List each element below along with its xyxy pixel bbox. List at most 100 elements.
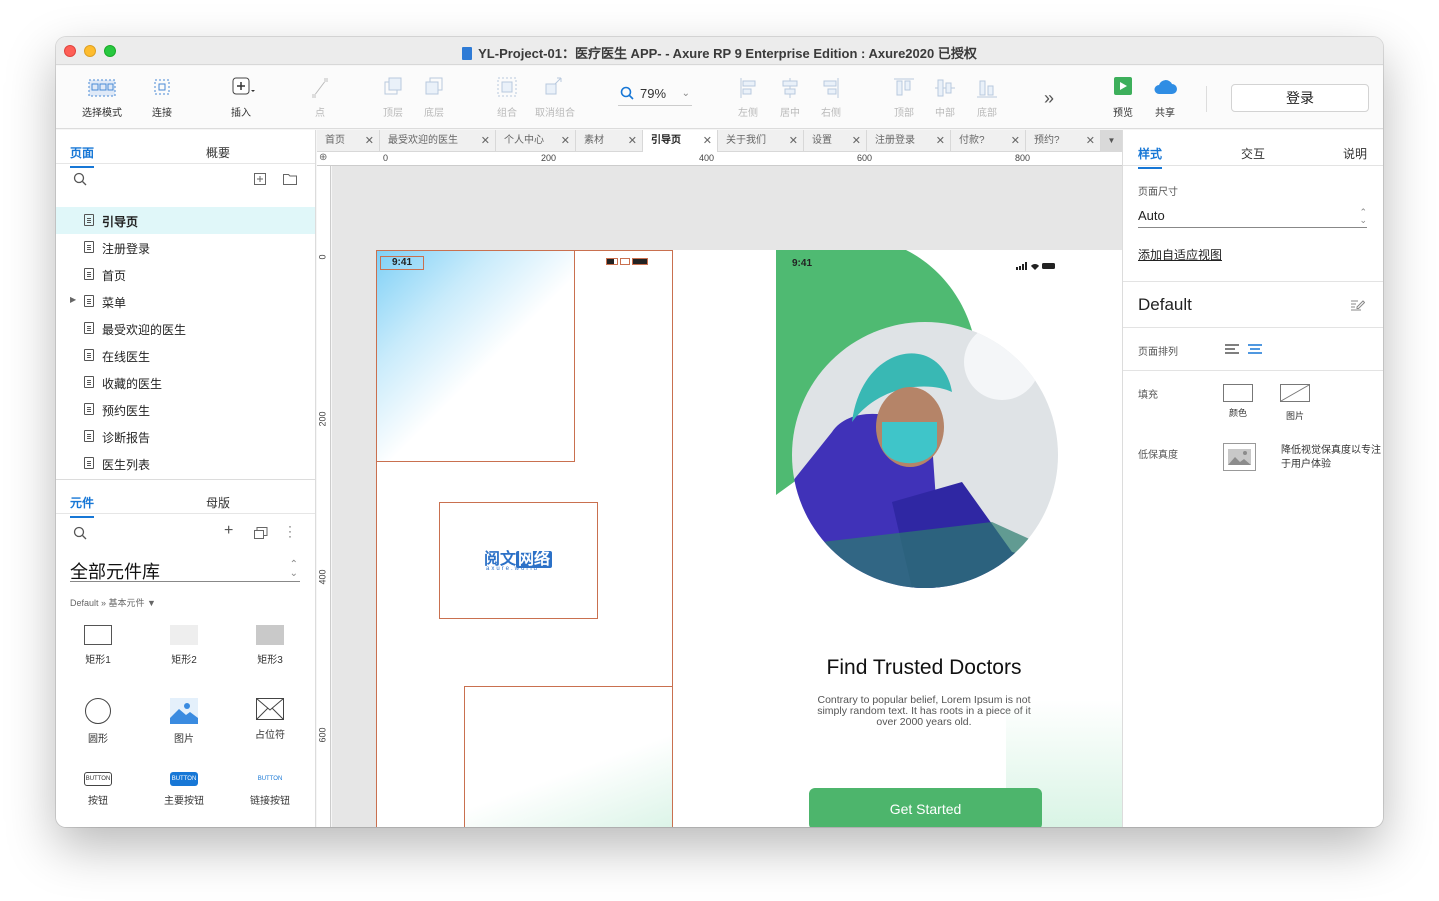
- tab-outline[interactable]: 概要: [206, 144, 230, 161]
- page-artboard[interactable]: 9:41 阅文 网络 axure.world 9:41 Find Trusted…: [376, 250, 1122, 827]
- signal-icon: [606, 258, 618, 265]
- tab-masters[interactable]: 母版: [206, 494, 230, 511]
- add-folder-icon[interactable]: [283, 173, 297, 185]
- widget-placeholder[interactable]: 占位符: [235, 698, 305, 741]
- tab-pages[interactable]: 页面: [70, 144, 95, 168]
- zoom-select[interactable]: 79% ⌄: [618, 84, 692, 106]
- status-time-label: 9:41: [792, 258, 813, 269]
- more-options-icon[interactable]: · · ·: [288, 520, 292, 542]
- bottom-gradient-shape[interactable]: [464, 686, 673, 827]
- fill-image-button[interactable]: 图片: [1280, 384, 1310, 422]
- add-adaptive-view-link[interactable]: 添加自适应视图: [1138, 246, 1222, 263]
- widget-link-button[interactable]: BUTTON 链接按钮: [235, 772, 305, 807]
- page-item[interactable]: 最受欢迎的医生: [56, 315, 315, 342]
- gradient-shape[interactable]: [376, 250, 575, 462]
- align-left-text-icon[interactable]: [1225, 344, 1239, 354]
- widget-image[interactable]: 图片: [149, 698, 219, 745]
- insert-button[interactable]: 插入: [213, 76, 269, 119]
- widget-rectangle-1[interactable]: 矩形1: [63, 625, 133, 666]
- connect-button[interactable]: 连接: [134, 76, 190, 119]
- close-icon[interactable]: ✕: [561, 130, 570, 152]
- doc-tab[interactable]: 付款? ✕: [951, 130, 1026, 152]
- send-to-back-button[interactable]: 底层: [406, 76, 462, 119]
- add-page-icon[interactable]: [254, 173, 266, 185]
- doc-tab[interactable]: 素材 ✕: [576, 130, 643, 152]
- design-canvas[interactable]: 9:41 阅文 网络 axure.world 9:41 Find Trusted…: [332, 166, 1122, 827]
- library-breadcrumb[interactable]: Default » 基本元件 ▼: [70, 596, 156, 609]
- more-tools-button[interactable]: »: [1044, 88, 1054, 109]
- close-icon[interactable]: ✕: [481, 130, 490, 152]
- close-icon[interactable]: ✕: [789, 130, 798, 152]
- doc-tab[interactable]: 最受欢迎的医生 ✕: [380, 130, 496, 152]
- doc-tab[interactable]: 个人中心 ✕: [496, 130, 576, 152]
- share-button[interactable]: 共享: [1137, 76, 1193, 119]
- page-icon: [84, 403, 94, 415]
- align-center-text-icon[interactable]: [1248, 344, 1262, 354]
- page-item[interactable]: 注册登录: [56, 234, 315, 261]
- status-icons: [606, 258, 649, 267]
- style-name[interactable]: Default: [1138, 295, 1192, 315]
- tab-style[interactable]: 样式: [1138, 145, 1163, 169]
- search-icon[interactable]: [73, 172, 87, 186]
- page-item[interactable]: 在线医生: [56, 342, 315, 369]
- tab-widgets[interactable]: 元件: [70, 494, 95, 518]
- page-item[interactable]: 诊断报告: [56, 423, 315, 450]
- doc-tab[interactable]: 设置 ✕: [804, 130, 867, 152]
- align-middle-icon: [935, 79, 955, 97]
- page-item[interactable]: 首页: [56, 261, 315, 288]
- get-started-button[interactable]: Get Started: [809, 788, 1042, 827]
- widget-rectangle-3[interactable]: 矩形3: [235, 625, 305, 666]
- tabs-overflow-button[interactable]: ▼: [1101, 130, 1122, 152]
- page-item[interactable]: 医生列表: [56, 450, 315, 477]
- close-icon[interactable]: ✕: [365, 130, 374, 152]
- search-icon[interactable]: [73, 526, 87, 540]
- page-icon: [84, 295, 94, 307]
- onboarding-description: Contrary to popular belief, Lorem Ipsum …: [817, 694, 1031, 728]
- cloud-icon: [1154, 80, 1177, 94]
- page-item[interactable]: 预约医生: [56, 396, 315, 423]
- doctor-photo[interactable]: [792, 322, 1058, 588]
- widget-button[interactable]: BUTTON 按钮: [63, 772, 133, 807]
- low-fidelity-toggle-icon[interactable]: [1223, 443, 1256, 471]
- add-library-icon[interactable]: +: [224, 522, 233, 540]
- fill-color-button[interactable]: 颜色: [1223, 384, 1253, 419]
- page-item[interactable]: ▶ 菜单: [56, 288, 315, 315]
- align-bottom-button[interactable]: 底部: [959, 76, 1015, 119]
- page-item[interactable]: 引导页: [56, 207, 315, 234]
- logo-frame[interactable]: 阅文 网络 axure.world: [439, 502, 598, 619]
- close-icon[interactable]: ✕: [1086, 130, 1095, 152]
- tab-notes[interactable]: 说明: [1343, 145, 1367, 162]
- horizontal-ruler: ⊕ 0 200 400 600 800: [317, 152, 1122, 166]
- status-time-label[interactable]: 9:41: [380, 256, 424, 270]
- page-item[interactable]: 收藏的医生: [56, 369, 315, 396]
- library-select[interactable]: 全部元件库 ⌃ ⌄: [70, 558, 300, 582]
- align-right-button[interactable]: 右侧: [803, 76, 859, 119]
- ungroup-button[interactable]: 取消组合: [527, 76, 583, 119]
- tab-interactions[interactable]: 交互: [1241, 145, 1265, 162]
- expand-arrow-icon[interactable]: ▶: [70, 295, 76, 304]
- point-button[interactable]: 点: [292, 76, 348, 119]
- edit-style-icon[interactable]: [1351, 299, 1365, 311]
- page-size-select[interactable]: Auto ⌃ ⌄: [1138, 208, 1367, 228]
- select-mode-button[interactable]: 选择模式: [74, 76, 130, 119]
- app-window: YL-Project-01：医疗医生 APP- - Axure RP 9 Ent…: [56, 37, 1383, 827]
- doc-tab[interactable]: 关于我们 ✕: [718, 130, 804, 152]
- close-icon[interactable]: ✕: [1011, 130, 1020, 152]
- close-icon[interactable]: ✕: [936, 130, 945, 152]
- select-mode-icon: [88, 79, 116, 97]
- onboarding-screen[interactable]: 9:41 Find Trusted Doctors Contrary to po…: [776, 250, 1122, 827]
- doc-tab[interactable]: 首页 ✕: [317, 130, 380, 152]
- doc-tab-active[interactable]: 引导页 ✕: [643, 130, 718, 152]
- widget-primary-button[interactable]: BUTTON 主要按钮: [149, 772, 219, 807]
- primary-button-icon: BUTTON: [170, 772, 198, 786]
- doc-tab[interactable]: 注册登录 ✕: [867, 130, 951, 152]
- close-icon[interactable]: ✕: [628, 130, 637, 152]
- library-copy-icon[interactable]: [254, 527, 268, 539]
- align-bottom-icon: [977, 80, 997, 98]
- close-icon[interactable]: ✕: [852, 130, 861, 152]
- close-icon[interactable]: ✕: [703, 130, 712, 152]
- login-button[interactable]: 登录: [1231, 84, 1369, 112]
- widget-rectangle-2[interactable]: 矩形2: [149, 625, 219, 666]
- widget-circle[interactable]: 圆形: [63, 698, 133, 745]
- doc-tab[interactable]: 预约? ✕: [1026, 130, 1101, 152]
